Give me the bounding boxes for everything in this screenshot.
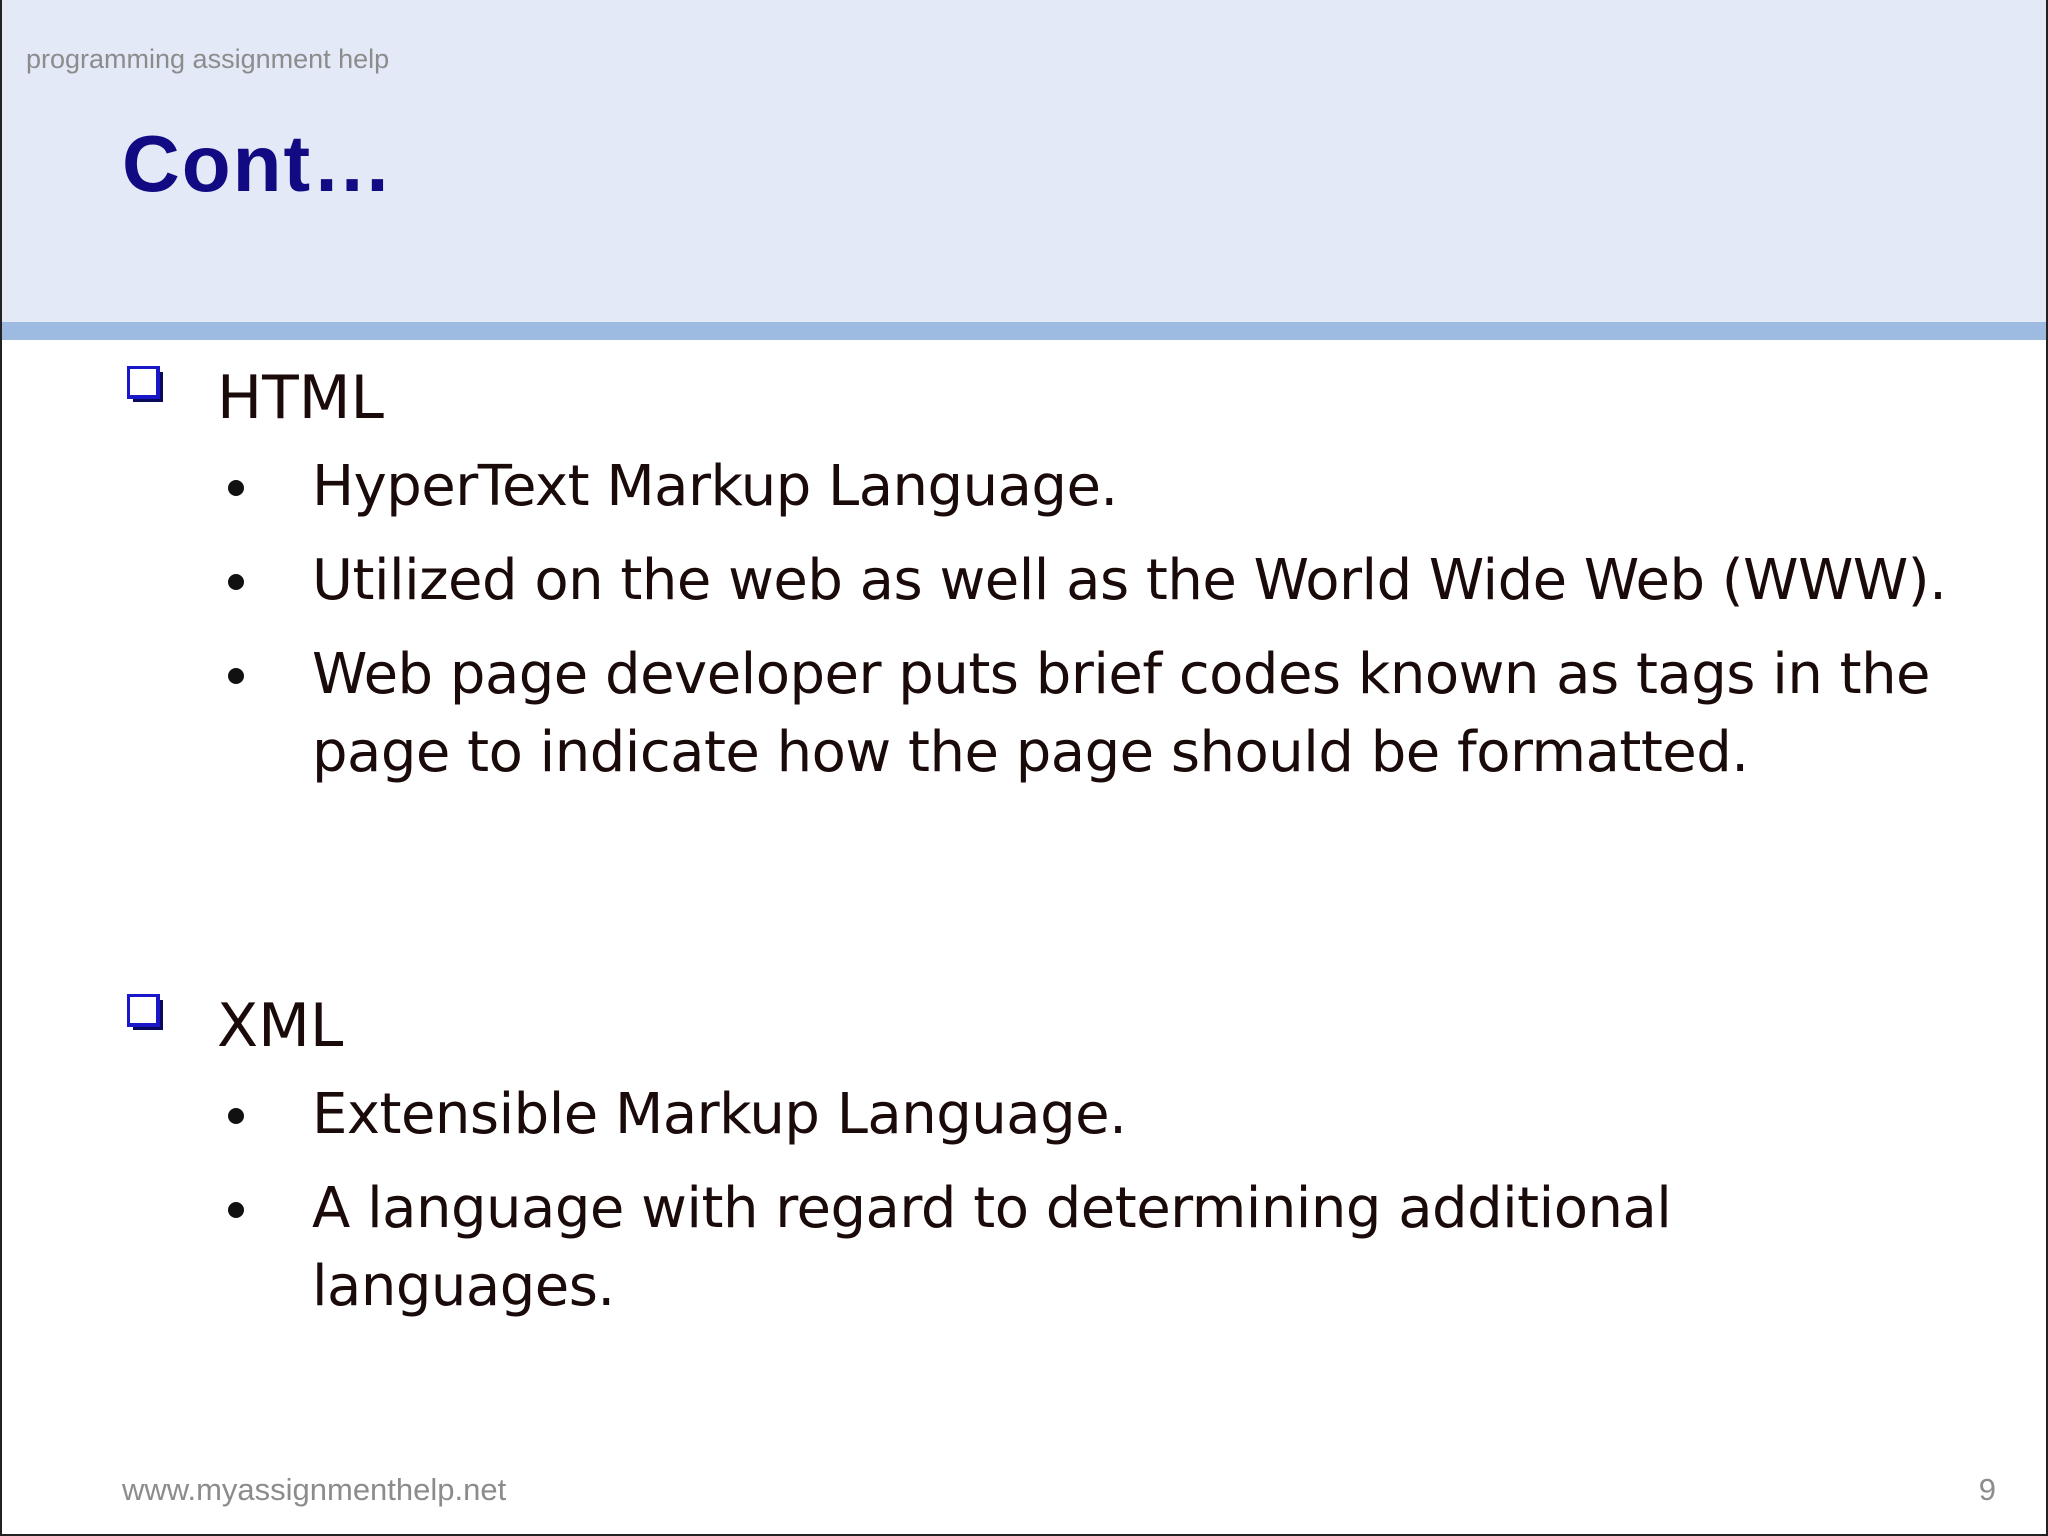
list-item: Extensible Markup Language. [2,1076,2046,1154]
bullet-icon [228,668,244,684]
slide-header: programming assignment help Cont… [2,0,2046,322]
slide-title: Cont… [122,119,395,208]
section-label: HTML [217,363,384,433]
footer-url: www.myassignmenthelp.net [122,1472,507,1507]
section-heading: XML [2,986,2046,1066]
watermark-text: programming assignment help [26,44,390,74]
bullet-icon [228,480,244,496]
bullet-text: A language with regard to determining ad… [312,1176,1672,1319]
header-divider [2,322,2046,340]
section-heading: HTML [2,358,2046,438]
bullet-icon [228,1108,244,1124]
section-label: XML [217,991,344,1061]
list-item: A language with regard to determining ad… [2,1170,2046,1326]
checkbox-icon [127,366,163,402]
list-item: Web page developer puts brief codes know… [2,636,2046,792]
bullet-text: Utilized on the web as well as the World… [312,548,1947,613]
bullet-text: Extensible Markup Language. [312,1082,1127,1147]
bullet-list: HyperText Markup Language. Utilized on t… [2,448,2046,792]
section-xml: XML Extensible Markup Language. A langua… [2,986,2046,1342]
bullet-list: Extensible Markup Language. A language w… [2,1076,2046,1326]
checkbox-icon [127,994,163,1030]
bullet-icon [228,574,244,590]
list-item: HyperText Markup Language. [2,448,2046,526]
bullet-text: HyperText Markup Language. [312,454,1118,519]
bullet-text: Web page developer puts brief codes know… [312,642,1931,785]
slide: programming assignment help Cont… HTML H… [0,0,2048,1536]
section-html: HTML HyperText Markup Language. Utilized… [2,358,2046,808]
list-item: Utilized on the web as well as the World… [2,542,2046,620]
page-number: 9 [1978,1472,1996,1507]
bullet-icon [228,1202,244,1218]
